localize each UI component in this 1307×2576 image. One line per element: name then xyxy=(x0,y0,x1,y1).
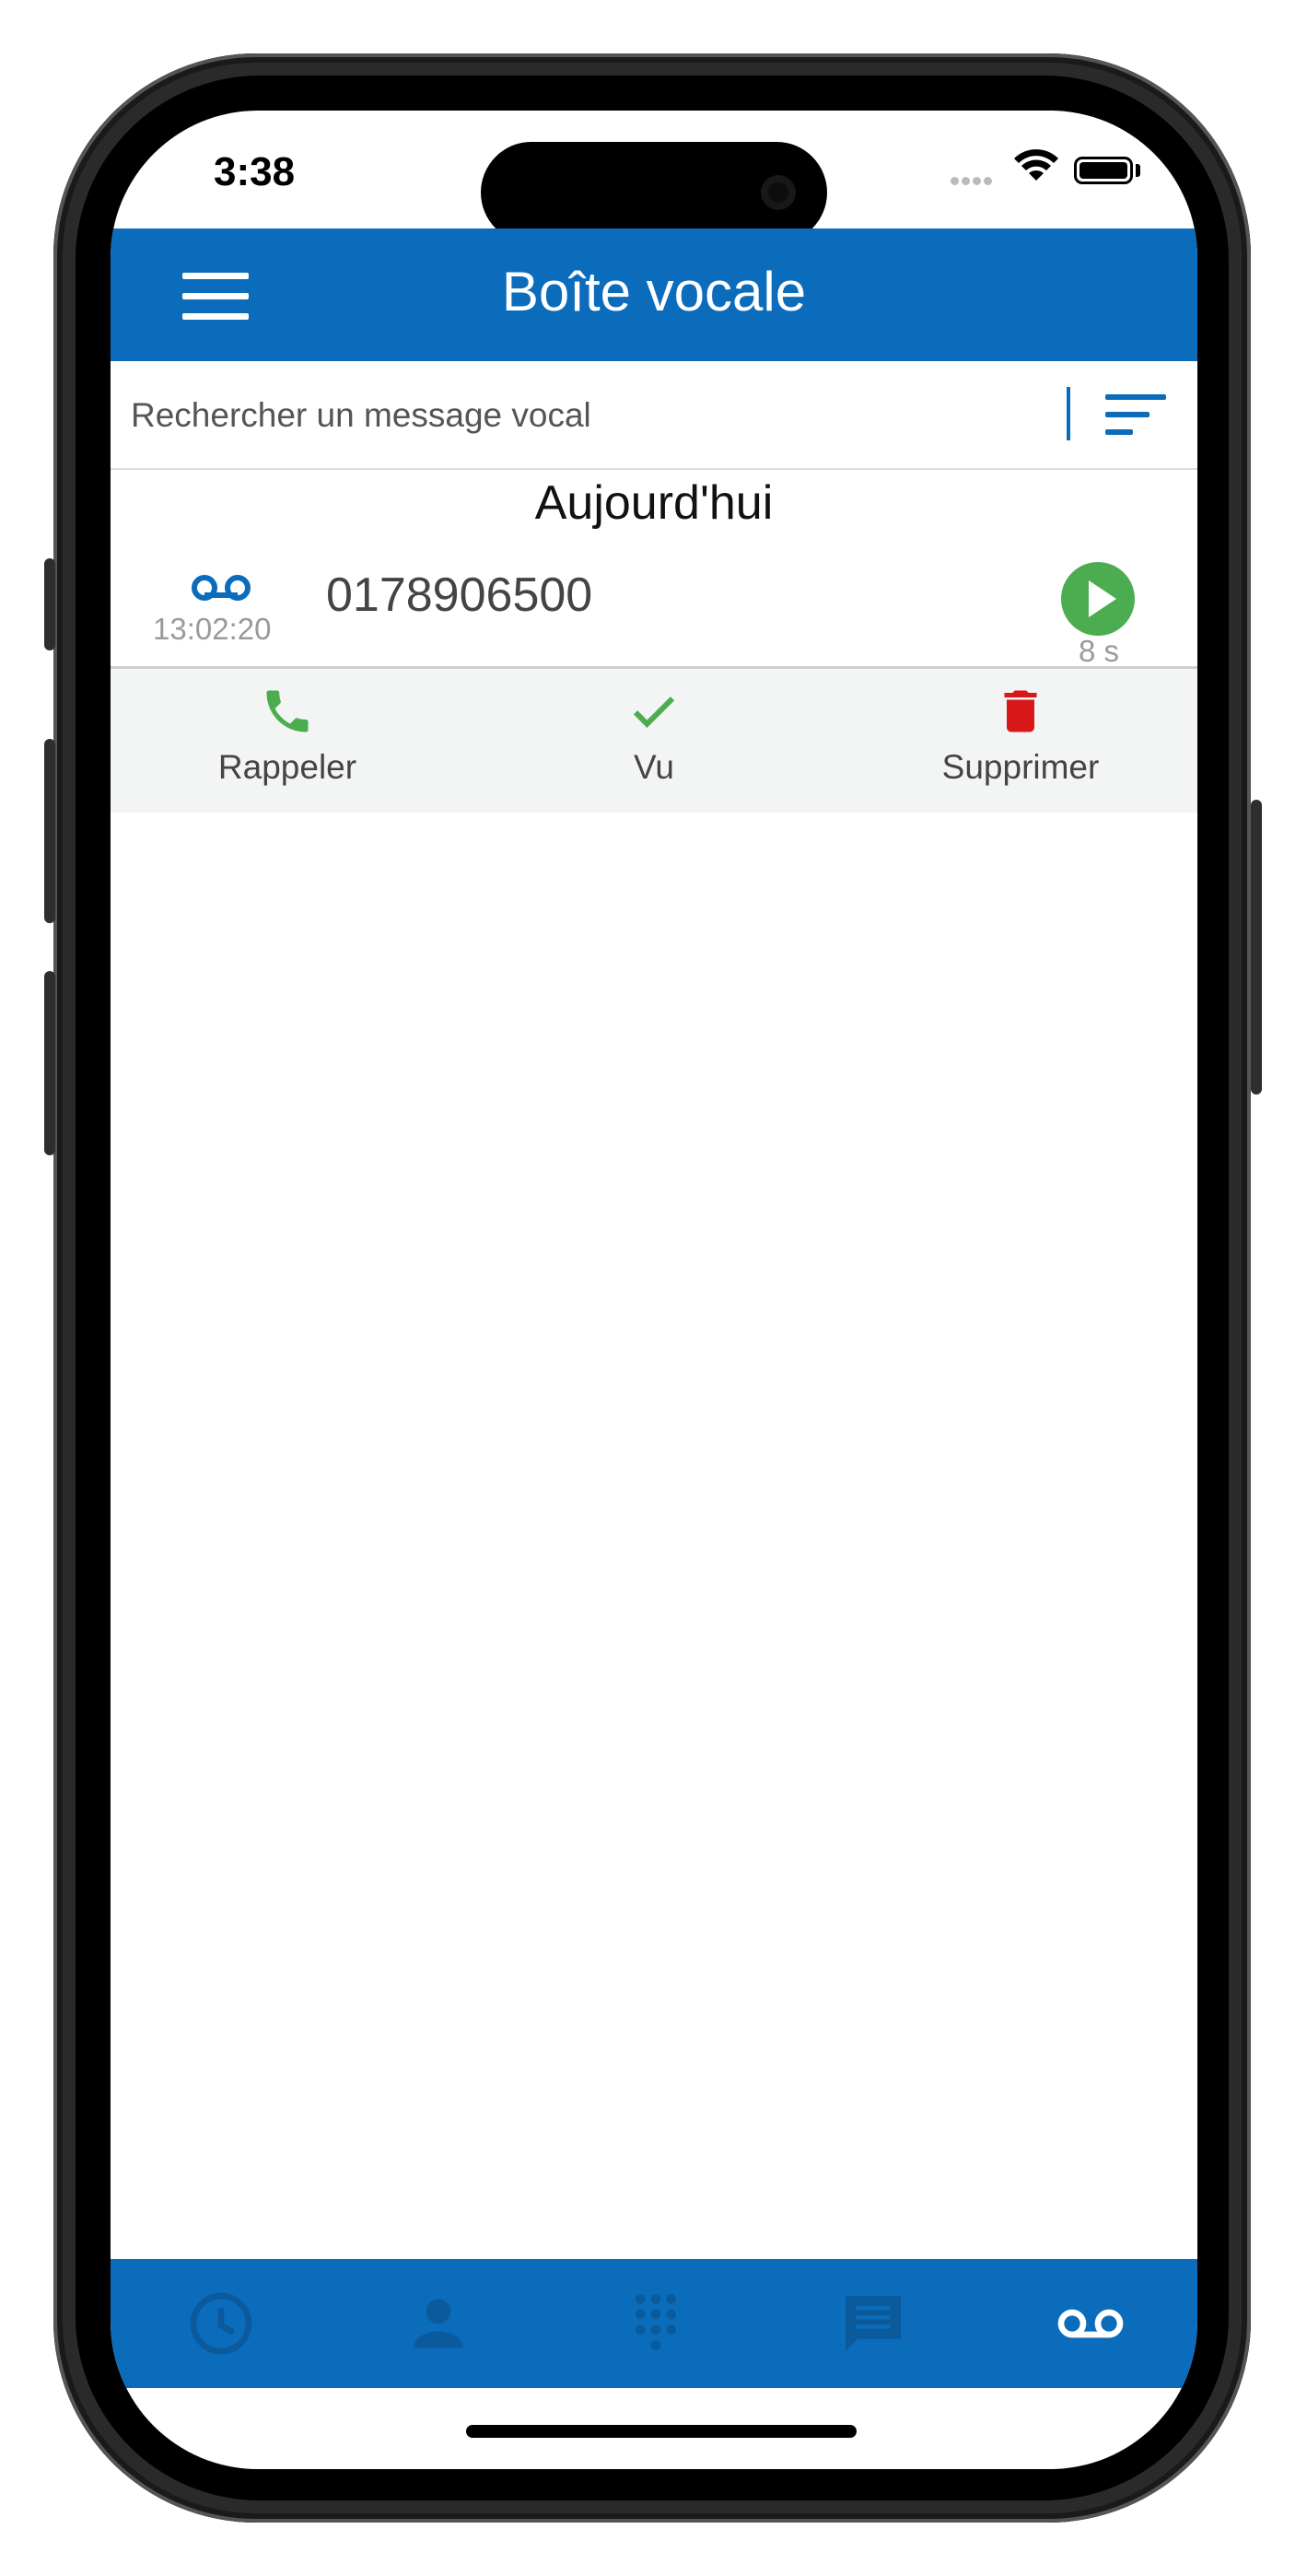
status-bar: 3:38 xyxy=(111,111,1197,243)
power-button xyxy=(1251,800,1262,1095)
play-button[interactable] xyxy=(1061,562,1135,636)
search-bar xyxy=(111,361,1197,470)
camera-icon xyxy=(761,175,796,210)
tab-history[interactable] xyxy=(184,2287,258,2360)
search-input[interactable] xyxy=(129,387,1072,444)
tab-contacts[interactable] xyxy=(402,2287,475,2360)
voicemail-duration: 8 s xyxy=(1078,634,1120,668)
seen-label: Vu xyxy=(634,748,674,786)
person-icon xyxy=(414,2299,463,2348)
voicemail-icon xyxy=(1057,2309,1124,2338)
delete-label: Supprimer xyxy=(941,748,1100,786)
tab-keypad[interactable] xyxy=(619,2287,693,2360)
battery-tip xyxy=(1136,164,1140,177)
callback-label: Rappeler xyxy=(217,748,357,786)
signal-icon xyxy=(951,173,995,190)
phone-icon xyxy=(266,690,309,732)
section-header-today: Aujourd'hui xyxy=(534,476,774,530)
mark-seen-button[interactable]: Vu xyxy=(534,684,774,787)
app-header: Boîte vocale xyxy=(111,228,1197,361)
delete-button[interactable]: Supprimer xyxy=(901,684,1140,787)
search-divider xyxy=(1067,387,1070,440)
page-title: Boîte vocale xyxy=(501,261,807,322)
battery-icon xyxy=(1074,157,1133,184)
voicemail-number: 0178906500 xyxy=(326,568,593,622)
message-icon xyxy=(846,2296,901,2351)
keypad-icon xyxy=(636,2294,676,2350)
status-time: 3:38 xyxy=(214,149,296,194)
volume-up-button xyxy=(44,739,55,923)
clock-icon xyxy=(190,2292,252,2355)
volume-down-button xyxy=(44,971,55,1155)
voicemail-item[interactable]: 13:02:20 0178906500 8 s xyxy=(111,549,1197,669)
tab-messages[interactable] xyxy=(836,2287,910,2360)
tab-voicemail[interactable] xyxy=(1054,2287,1127,2360)
voicemail-time: 13:02:20 xyxy=(153,612,272,646)
voicemail-actions: Rappeler Vu Supprimer xyxy=(111,669,1197,813)
play-icon xyxy=(1089,580,1116,617)
callback-button[interactable]: Rappeler xyxy=(168,684,407,787)
action-button xyxy=(44,558,55,650)
screen: 3:38 Boîte vocale Aujourd'hui 13:02:20 xyxy=(111,111,1197,2469)
tab-bar xyxy=(111,2259,1197,2388)
voicemail-icon xyxy=(192,575,251,601)
sort-icon[interactable] xyxy=(1105,394,1166,439)
checkmark-icon xyxy=(633,697,675,728)
home-indicator[interactable] xyxy=(466,2425,857,2438)
trash-icon xyxy=(1004,690,1037,732)
wifi-icon xyxy=(1014,149,1058,181)
